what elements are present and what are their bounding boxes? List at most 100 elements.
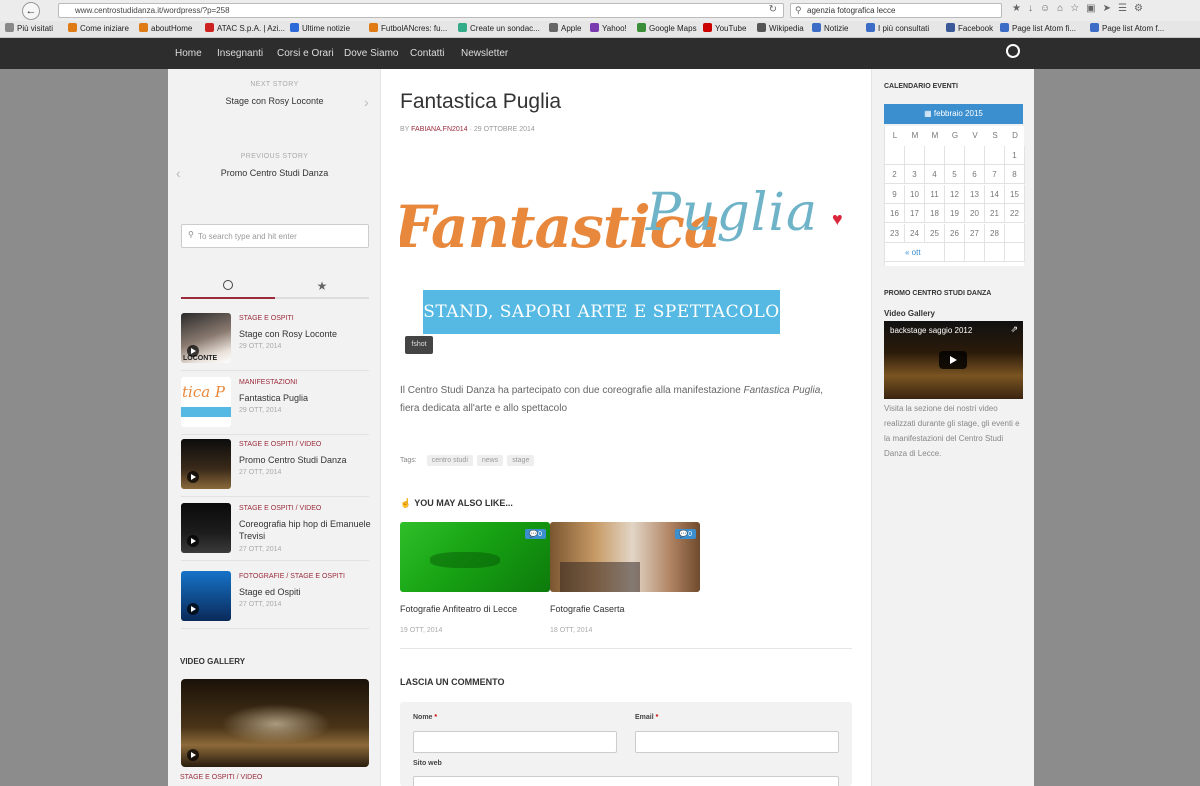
- bookmark-item[interactable]: Ultime notizie: [290, 23, 350, 33]
- bookmark-item[interactable]: Notizie: [812, 23, 848, 33]
- calendar-weekday: G: [951, 131, 959, 140]
- nav-item-dove-siamo[interactable]: Dove Siamo: [344, 48, 398, 59]
- play-button[interactable]: [939, 351, 967, 369]
- bookmark-item[interactable]: Create un sondac...: [458, 23, 540, 33]
- recent-post-item[interactable]: FOTOGRAFIE / STAGE E OSPITI Stage ed Ospi…: [181, 571, 369, 629]
- bookmark-item[interactable]: I più consultati: [866, 23, 929, 33]
- calendar-day: 16: [885, 204, 905, 223]
- recent-post-item[interactable]: LOCONTE STAGE E OSPITI Stage con Rosy Loco…: [181, 313, 369, 371]
- bookmark-item[interactable]: Più visitati: [5, 23, 53, 33]
- recent-post-item[interactable]: STAGE E OSPITI / VIDEO Promo Centro Studi…: [181, 439, 369, 497]
- bookmark-item[interactable]: Wikipedia: [757, 23, 804, 33]
- name-field[interactable]: [413, 731, 617, 753]
- post-thumbnail[interactable]: [181, 503, 231, 553]
- post-category[interactable]: STAGE E OSPITI / VIDEO: [239, 441, 321, 448]
- post-category[interactable]: STAGE E OSPITI / VIDEO: [239, 505, 321, 512]
- promo-video[interactable]: backstage saggio 2012 ⇗: [884, 321, 1023, 399]
- bookmark-item[interactable]: aboutHome: [139, 23, 192, 33]
- url-field[interactable]: www.centrostudidanza.it/wordpress/?p=258…: [58, 3, 784, 18]
- author-link[interactable]: FABIANA.FN2014: [411, 126, 467, 133]
- reload-icon[interactable]: ↻: [769, 4, 777, 15]
- bookmark-label: Page list Atom f...: [1102, 24, 1165, 33]
- featured-image: Fantastica Puglia ♥ STAND, SAPORI ARTE E…: [400, 179, 852, 359]
- name-label-text: Nome: [413, 714, 433, 721]
- bookmark-item[interactable]: Google Maps: [637, 23, 697, 33]
- calendar-empty-cell: [945, 243, 965, 262]
- post-date: 27 OTT, 2014: [239, 469, 282, 476]
- nav-item-contatti[interactable]: Contatti: [410, 48, 444, 59]
- related-card-1[interactable]: 💬0: [400, 522, 550, 592]
- bookmark-item[interactable]: YouTube: [703, 23, 746, 33]
- recent-post-item[interactable]: tica P MANIFESTAZIONI Fantastica Puglia 29 …: [181, 377, 369, 435]
- tag-link[interactable]: centro studi: [426, 455, 473, 466]
- play-icon[interactable]: [187, 749, 199, 761]
- recent-post-item[interactable]: STAGE E OSPITI / VIDEO Coreografia hip ho…: [181, 503, 371, 561]
- calendar-day: 11: [925, 184, 945, 204]
- byline: BY FABIANA.FN2014 · 29 OTTOBRE 2014: [400, 126, 535, 133]
- calendar-day: 8: [1005, 165, 1025, 184]
- bookmark-item[interactable]: FutbolANcres: fu...: [369, 23, 447, 33]
- calendar-day: 18: [925, 204, 945, 223]
- related-title-2[interactable]: Fotografie Caserta: [550, 604, 625, 614]
- calendar-day: 10: [905, 184, 925, 204]
- comment-count: 0: [538, 531, 542, 538]
- post-thumbnail[interactable]: [181, 571, 231, 621]
- bookmark-label: Più visitati: [17, 24, 54, 33]
- post-thumbnail[interactable]: tica P: [181, 377, 231, 427]
- website-field[interactable]: [413, 776, 839, 786]
- bookmark-item[interactable]: Page list Atom f...: [1090, 23, 1164, 33]
- video-gallery-category[interactable]: STAGE E OSPITI / VIDEO: [180, 774, 262, 781]
- post-thumbnail[interactable]: LOCONTE: [181, 313, 231, 363]
- bookmark-icon: [290, 23, 299, 32]
- calendar-day: 7: [985, 165, 1005, 184]
- video-gallery-link[interactable]: Video Gallery: [884, 309, 935, 318]
- bookmark-item[interactable]: Facebook: [946, 23, 993, 33]
- bookmark-item[interactable]: Apple: [549, 23, 581, 33]
- related-heading-text: YOU MAY ALSO LIKE...: [414, 498, 513, 508]
- search-icon[interactable]: [1006, 44, 1020, 58]
- bookmark-item[interactable]: Come iniziare: [68, 23, 129, 33]
- back-button[interactable]: ←: [22, 2, 40, 20]
- calendar-day: 27: [965, 223, 985, 243]
- calendar-day: 22: [1005, 204, 1025, 223]
- video-gallery-thumb[interactable]: [181, 679, 369, 767]
- post-title[interactable]: Coreografia hip hop di Emanuele Trevisi: [239, 518, 371, 542]
- tag-link[interactable]: stage: [507, 455, 535, 466]
- main-nav: Home Insegnanti Corsi e Orari Dove Siamo Con…: [0, 38, 1200, 69]
- bookmark-item[interactable]: Yahoo!: [590, 23, 627, 33]
- post-title[interactable]: Stage ed Ospiti: [239, 586, 371, 598]
- share-icon[interactable]: ⇗: [1010, 324, 1018, 335]
- post-title[interactable]: Fantastica Puglia: [239, 392, 371, 404]
- post-category[interactable]: STAGE E OSPITI: [239, 315, 294, 322]
- post-category[interactable]: FOTOGRAFIE / STAGE E OSPITI: [239, 573, 345, 580]
- related-card-2[interactable]: 💬0: [550, 522, 700, 592]
- post-category[interactable]: MANIFESTAZIONI: [239, 379, 297, 386]
- comment-bubble: 💬0: [675, 529, 696, 539]
- search-field[interactable]: ⚲ agenzia fotografica lecce: [790, 3, 1002, 18]
- play-icon: [187, 603, 199, 615]
- tags-label: Tags:: [400, 457, 417, 464]
- toolbar-icons[interactable]: ★↓☺⌂☆▣➤☰⚙: [1012, 3, 1150, 14]
- post-title[interactable]: Promo Centro Studi Danza: [239, 454, 371, 466]
- nav-item-corsi-e-orari[interactable]: Corsi e Orari: [277, 48, 334, 59]
- name-label: Nome *: [413, 714, 437, 721]
- email-field[interactable]: [635, 731, 839, 753]
- nav-item-insegnanti[interactable]: Insegnanti: [217, 48, 263, 59]
- bookmark-item[interactable]: Page list Atom fi...: [1000, 23, 1076, 33]
- calendar-day: 3: [905, 165, 925, 184]
- related-title-1[interactable]: Fotografie Anfiteatro di Lecce: [400, 604, 517, 614]
- nav-item-newsletter[interactable]: Newsletter: [461, 48, 508, 59]
- bookmark-icon: [637, 23, 646, 32]
- calendar-day: 24: [905, 223, 925, 243]
- tag-link[interactable]: news: [476, 455, 504, 466]
- post-title[interactable]: Stage con Rosy Loconte: [239, 328, 371, 340]
- calendar-prev-link[interactable]: « ott: [885, 243, 945, 262]
- search-text: agenzia fotografica lecce: [807, 6, 896, 15]
- post-thumbnail[interactable]: [181, 439, 231, 489]
- nav-item-home[interactable]: Home: [175, 48, 202, 59]
- bookmark-icon: [703, 23, 712, 32]
- email-label-text: Email: [635, 714, 654, 721]
- bookmark-item[interactable]: ATAC S.p.A. | Azi...: [205, 23, 285, 33]
- bookmark-icon: [68, 23, 77, 32]
- bookmark-label: YouTube: [715, 24, 747, 33]
